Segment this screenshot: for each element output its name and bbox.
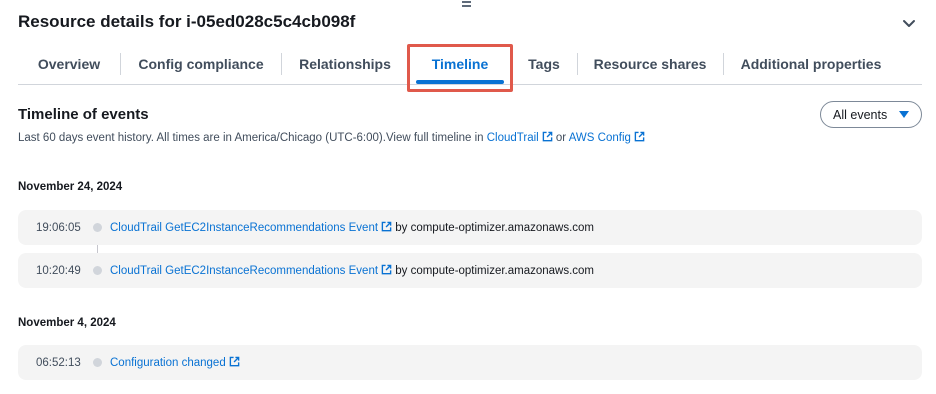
timeline-event-row: 10:20:49 CloudTrail GetEC2InstanceRecomm… <box>18 253 922 288</box>
cloudtrail-link[interactable]: CloudTrail <box>487 131 553 144</box>
event-link[interactable]: CloudTrail GetEC2InstanceRecommendations… <box>110 264 392 277</box>
tab-bar: Overview Config compliance Relationships… <box>18 44 922 85</box>
event-time: 06:52:13 <box>36 356 81 369</box>
event-time: 10:20:49 <box>36 264 81 277</box>
external-link-icon <box>542 131 553 142</box>
event-description: CloudTrail GetEC2InstanceRecommendations… <box>110 221 594 234</box>
event-link[interactable]: CloudTrail GetEC2InstanceRecommendations… <box>110 221 392 234</box>
tab-config-compliance[interactable]: Config compliance <box>121 44 281 84</box>
tab-resource-shares[interactable]: Resource shares <box>578 44 722 84</box>
events-filter-dropdown[interactable]: All events <box>820 101 922 128</box>
external-link-icon <box>634 131 645 142</box>
timeline-description: Last 60 days event history. All times ar… <box>18 131 645 144</box>
event-description: Configuration changed <box>110 356 240 369</box>
event-time: 19:06:05 <box>36 221 81 234</box>
timeline-title: Timeline of events <box>18 106 149 123</box>
event-description: CloudTrail GetEC2InstanceRecommendations… <box>110 264 594 277</box>
tab-relationships[interactable]: Relationships <box>282 44 408 84</box>
or-text: or <box>552 132 569 144</box>
tab-additional-properties[interactable]: Additional properties <box>724 44 898 84</box>
aws-config-link[interactable]: AWS Config <box>569 131 645 144</box>
drag-handle-icon[interactable] <box>462 1 472 9</box>
filter-label: All events <box>833 107 888 122</box>
event-link[interactable]: Configuration changed <box>110 356 240 369</box>
event-actor: by compute-optimizer.amazonaws.com <box>392 222 595 234</box>
date-heading: November 4, 2024 <box>18 317 116 329</box>
tab-overview[interactable]: Overview <box>18 44 120 84</box>
timeline-dot-icon <box>93 358 102 367</box>
timeline-dot-icon <box>93 266 102 275</box>
chevron-down-icon[interactable] <box>900 14 918 32</box>
timeline-dot-icon <box>93 223 102 232</box>
external-link-icon <box>229 356 240 367</box>
timeline-event-row: 19:06:05 CloudTrail GetEC2InstanceRecomm… <box>18 210 922 245</box>
event-actor: by compute-optimizer.amazonaws.com <box>392 265 595 277</box>
tab-timeline[interactable]: Timeline <box>410 44 510 84</box>
page-title: Resource details for i-05ed028c5c4cb098f <box>18 12 356 31</box>
tab-tags[interactable]: Tags <box>512 44 576 84</box>
date-heading: November 24, 2024 <box>18 181 123 193</box>
caret-down-icon <box>899 111 909 118</box>
description-text: Last 60 days event history. All times ar… <box>18 132 487 144</box>
external-link-icon <box>381 221 392 232</box>
external-link-icon <box>381 264 392 275</box>
timeline-event-row: 06:52:13 Configuration changed <box>18 345 922 380</box>
